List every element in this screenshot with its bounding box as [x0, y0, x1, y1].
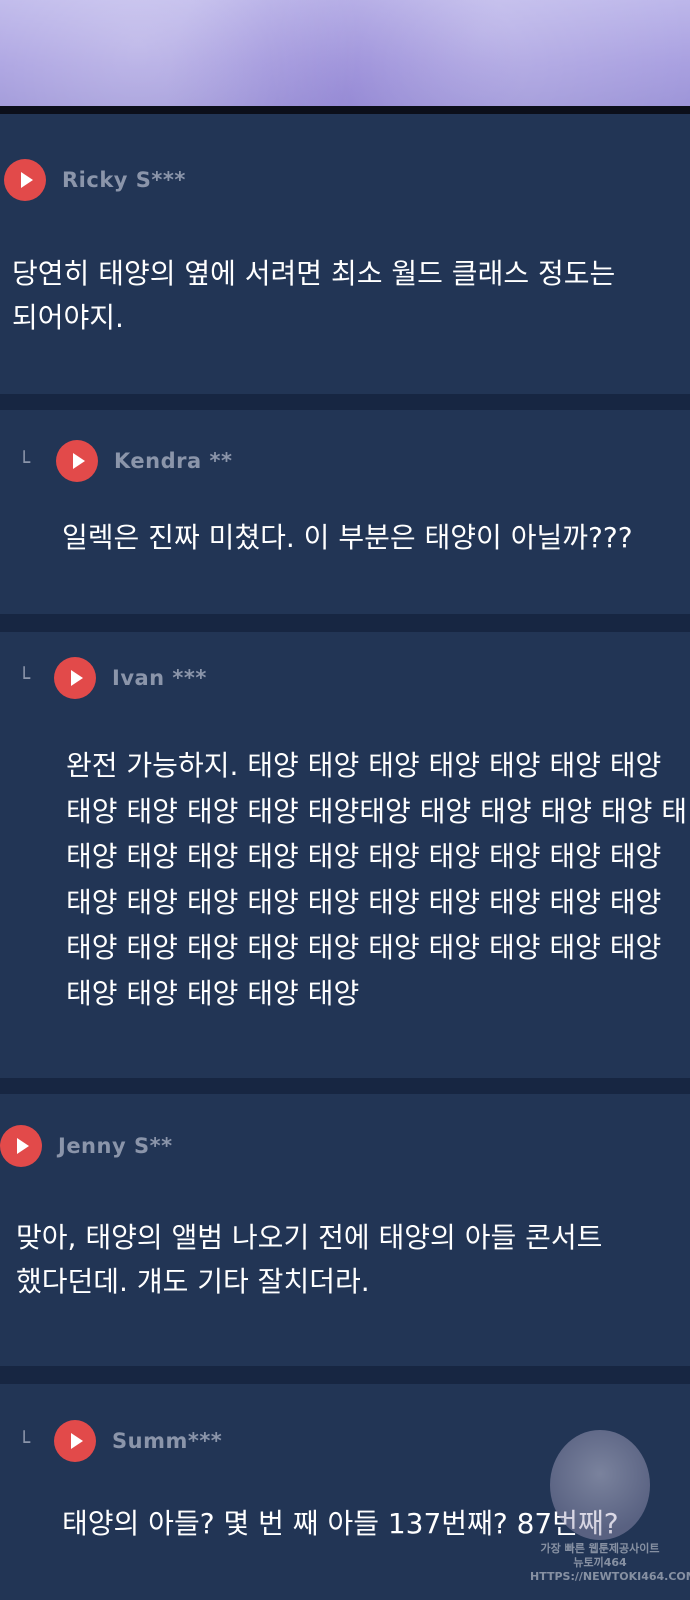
play-icon[interactable]: [54, 1420, 96, 1462]
comment-text: 완전 가능하지. 태양 태양 태양 태양 태양 태양 태양 태양 태양 태양 태…: [66, 749, 688, 1010]
play-icon[interactable]: [4, 159, 46, 201]
reply-marker: └: [18, 1430, 31, 1454]
comment-author: Summ***: [112, 1429, 223, 1453]
play-icon[interactable]: [54, 657, 96, 699]
reply-card: └ Summ*** 태양의 아들? 몇 번 째 아들 137번째? 87번째?: [0, 1384, 690, 1600]
reply-card: └ Ivan *** 완전 가능하지. 태양 태양 태양 태양 태양 태양 태양…: [0, 632, 690, 1078]
reply-marker: └: [18, 666, 31, 690]
comment-separator: [0, 394, 690, 410]
comment-text: 당연히 태양의 옆에 서려면 최소 월드 클래스 정도는 되어야지.: [12, 257, 616, 334]
play-icon[interactable]: [56, 440, 98, 482]
comment-separator: [0, 614, 690, 632]
reply-marker: └: [18, 450, 31, 474]
comment-header: Ricky S***: [4, 159, 186, 201]
comment-header: Kendra **: [56, 440, 232, 482]
reply-card: └ Kendra ** 일렉은 진짜 미쳤다. 이 부분은 태양이 아닐까???: [0, 410, 690, 614]
comment-text: 맞아, 태양의 앨범 나오기 전에 태양의 아들 콘서트 했다던데. 걔도 기타…: [16, 1221, 603, 1298]
comment-author: Kendra **: [114, 449, 233, 473]
comment-header: Summ***: [54, 1420, 222, 1462]
top-image-band: [0, 0, 690, 106]
top-divider: [0, 106, 690, 114]
comment-text: 일렉은 진짜 미쳤다. 이 부분은 태양이 아닐까???: [62, 521, 633, 554]
comment-author: Ricky S***: [62, 168, 186, 192]
comment-header: Ivan ***: [54, 657, 207, 699]
comment-header: Jenny S**: [0, 1125, 173, 1167]
comment-author: Jenny S**: [58, 1134, 173, 1158]
comment-text: 태양의 아들? 몇 번 째 아들 137번째? 87번째?: [62, 1507, 619, 1540]
comment-card: Ricky S*** 당연히 태양의 옆에 서려면 최소 월드 클래스 정도는 …: [0, 114, 690, 394]
comment-author: Ivan ***: [112, 666, 207, 690]
comment-separator: [0, 1366, 690, 1384]
play-icon[interactable]: [0, 1125, 42, 1167]
comment-separator: [0, 1078, 690, 1094]
comment-card: Jenny S** 맞아, 태양의 앨범 나오기 전에 태양의 아들 콘서트 했…: [0, 1094, 690, 1366]
